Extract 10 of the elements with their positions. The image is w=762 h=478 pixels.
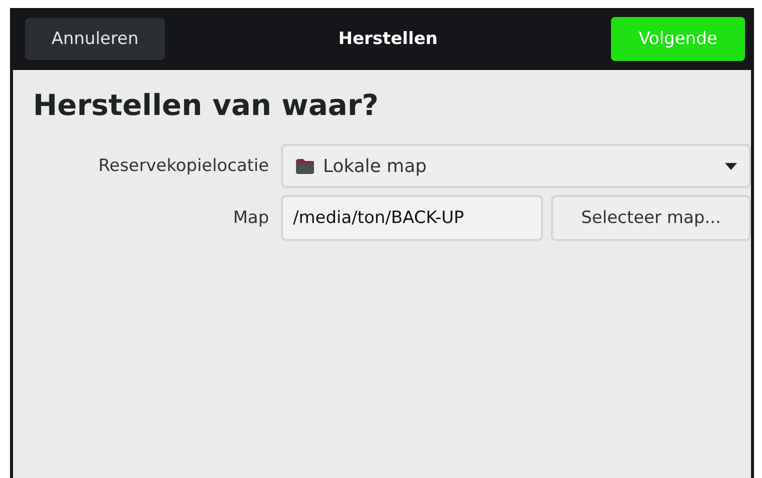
page-heading: Herstellen van waar? [33,88,380,122]
cancel-button[interactable]: Annuleren [25,18,165,60]
folder-icon [295,158,315,174]
location-label: Reservekopielocatie [98,156,269,176]
caret-icon [725,162,737,170]
window-title: Herstellen [338,29,438,49]
select-folder-button[interactable]: Selecteer map... [551,195,751,241]
location-dropdown[interactable]: Lokale map [281,144,751,188]
folder-label: Map [233,208,269,228]
folder-path-field[interactable]: /media/ton/BACK-UP [281,195,543,241]
